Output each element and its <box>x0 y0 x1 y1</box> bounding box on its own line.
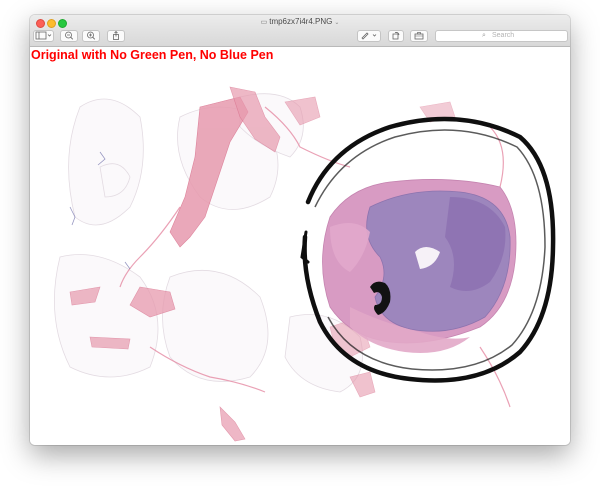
share-icon <box>111 30 121 42</box>
document-icon: ▭ <box>260 19 268 26</box>
rotate-button[interactable] <box>388 30 404 42</box>
window-title-text: tmp6zx7i4r4.PNG <box>269 17 333 26</box>
preview-window: ▭ tmp6zx7i4r4.PNG ⌄ ⌕ Search Original wi… <box>30 15 570 445</box>
zoom-in-icon <box>86 31 96 42</box>
zoom-out-icon <box>64 31 74 42</box>
overlay-label: Original with No Green Pen, No Blue Pen <box>31 48 274 62</box>
rotate-icon <box>391 32 401 42</box>
share-button[interactable] <box>107 30 125 42</box>
toolbox-icon <box>414 32 424 42</box>
zoom-out-button[interactable] <box>60 30 78 42</box>
search-icon: ⌕ <box>482 32 486 39</box>
markup-button[interactable] <box>357 30 381 42</box>
chevron-down-icon[interactable]: ⌄ <box>334 20 339 26</box>
title-bar: ▭ tmp6zx7i4r4.PNG ⌄ ⌕ Search <box>30 15 570 47</box>
search-field[interactable]: ⌕ Search <box>435 30 568 42</box>
search-placeholder: Search <box>492 32 515 39</box>
pen-icon <box>359 32 379 42</box>
sidebar-icon <box>35 31 53 42</box>
zoom-in-button[interactable] <box>82 30 100 42</box>
window-title: ▭ tmp6zx7i4r4.PNG ⌄ <box>30 17 570 28</box>
toolbox-button[interactable] <box>410 30 428 42</box>
image-viewport[interactable]: Original with No Green Pen, No Blue Pen <box>30 47 570 445</box>
slide-image <box>53 86 556 442</box>
sidebar-button[interactable] <box>33 30 54 42</box>
